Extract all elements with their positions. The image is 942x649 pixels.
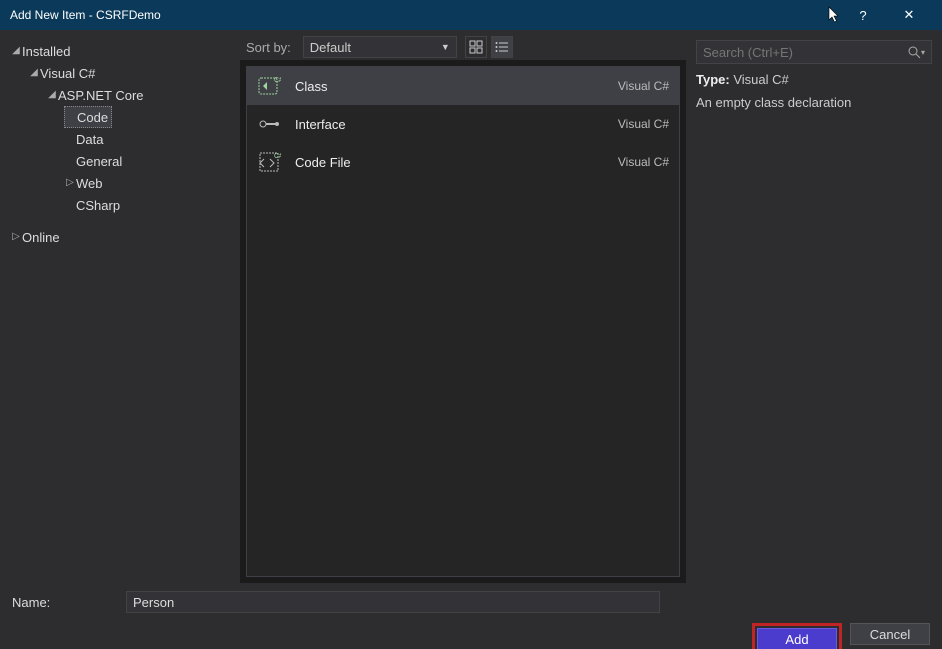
search-box[interactable]: ▾ bbox=[696, 40, 932, 64]
name-row: Name: bbox=[12, 591, 930, 613]
tree-installed[interactable]: ◢ Installed bbox=[6, 40, 234, 62]
search-icon: ▾ bbox=[907, 45, 925, 59]
template-lang: Visual C# bbox=[618, 155, 669, 169]
tree-label: Code bbox=[77, 110, 108, 125]
tree-label: General bbox=[76, 154, 122, 169]
tree-general[interactable]: General bbox=[6, 150, 234, 172]
class-icon: C# bbox=[257, 74, 281, 98]
tree-csharp[interactable]: CSharp bbox=[6, 194, 234, 216]
tree-aspnet-core[interactable]: ◢ ASP.NET Core bbox=[6, 84, 234, 106]
tree-code[interactable]: Code bbox=[64, 106, 112, 128]
list-view-button[interactable] bbox=[491, 36, 513, 58]
type-label: Type: bbox=[696, 72, 730, 87]
tree-online[interactable]: ▷ Online bbox=[6, 226, 234, 248]
svg-text:C#: C# bbox=[274, 153, 281, 160]
chevron-down-icon: ◢ bbox=[46, 89, 58, 100]
tree-visual-csharp[interactable]: ◢ Visual C# bbox=[6, 62, 234, 84]
template-name: Interface bbox=[295, 117, 604, 132]
tree-label: Online bbox=[22, 230, 60, 245]
template-lang: Visual C# bbox=[618, 117, 669, 131]
type-value: Visual C# bbox=[733, 72, 788, 87]
tree-web[interactable]: ▷ Web bbox=[6, 172, 234, 194]
template-interface[interactable]: Interface Visual C# bbox=[247, 105, 679, 143]
close-button[interactable]: ✕ bbox=[886, 0, 932, 30]
tree-label: Installed bbox=[22, 44, 70, 59]
chevron-down-icon: ◢ bbox=[28, 67, 40, 78]
category-tree: ◢ Installed ◢ Visual C# ◢ ASP.NET Core C… bbox=[0, 30, 240, 583]
cancel-button[interactable]: Cancel bbox=[850, 623, 930, 645]
footer: Name: Add Cancel bbox=[0, 583, 942, 649]
add-button[interactable]: Add bbox=[757, 628, 837, 649]
main-area: ◢ Installed ◢ Visual C# ◢ ASP.NET Core C… bbox=[0, 30, 942, 583]
template-lang: Visual C# bbox=[618, 79, 669, 93]
template-panel: Sort by: Default ▼ C# Class Visual C# bbox=[240, 30, 686, 583]
details-panel: ▾ Type: Visual C# An empty class declara… bbox=[686, 30, 942, 583]
template-list: C# Class Visual C# Interface Visual C# C… bbox=[246, 66, 680, 577]
template-name: Class bbox=[295, 79, 604, 94]
name-label: Name: bbox=[12, 595, 112, 610]
template-code-file[interactable]: C# Code File Visual C# bbox=[247, 143, 679, 181]
chevron-right-icon: ▷ bbox=[10, 231, 22, 242]
chevron-down-icon: ▼ bbox=[441, 42, 450, 52]
button-row: Add Cancel bbox=[12, 623, 930, 649]
title-bar: Add New Item - CSRFDemo ? ✕ bbox=[0, 0, 942, 30]
window-title: Add New Item - CSRFDemo bbox=[10, 8, 828, 22]
cursor-icon bbox=[828, 6, 840, 24]
chevron-down-icon: ◢ bbox=[10, 45, 22, 56]
view-mode-buttons bbox=[465, 36, 513, 58]
interface-icon bbox=[257, 112, 281, 136]
tree-label: Data bbox=[76, 132, 103, 147]
tree-label: Web bbox=[76, 176, 103, 191]
type-line: Type: Visual C# bbox=[696, 72, 932, 87]
help-button[interactable]: ? bbox=[840, 0, 886, 30]
code-file-icon: C# bbox=[257, 150, 281, 174]
svg-text:C#: C# bbox=[274, 77, 281, 84]
template-class[interactable]: C# Class Visual C# bbox=[247, 67, 679, 105]
sort-by-label: Sort by: bbox=[246, 40, 291, 55]
chevron-right-icon: ▷ bbox=[64, 177, 76, 188]
search-input[interactable] bbox=[703, 45, 907, 60]
tree-label: Visual C# bbox=[40, 66, 95, 81]
template-name: Code File bbox=[295, 155, 604, 170]
add-button-highlight: Add bbox=[752, 623, 842, 649]
tree-label: ASP.NET Core bbox=[58, 88, 144, 103]
grid-view-button[interactable] bbox=[465, 36, 487, 58]
sort-by-dropdown[interactable]: Default ▼ bbox=[303, 36, 457, 58]
template-description: An empty class declaration bbox=[696, 95, 932, 110]
name-input[interactable] bbox=[126, 591, 660, 613]
tree-data[interactable]: Data bbox=[6, 128, 234, 150]
tree-label: CSharp bbox=[76, 198, 120, 213]
sort-value: Default bbox=[310, 40, 351, 55]
template-toolbar: Sort by: Default ▼ bbox=[240, 30, 686, 60]
